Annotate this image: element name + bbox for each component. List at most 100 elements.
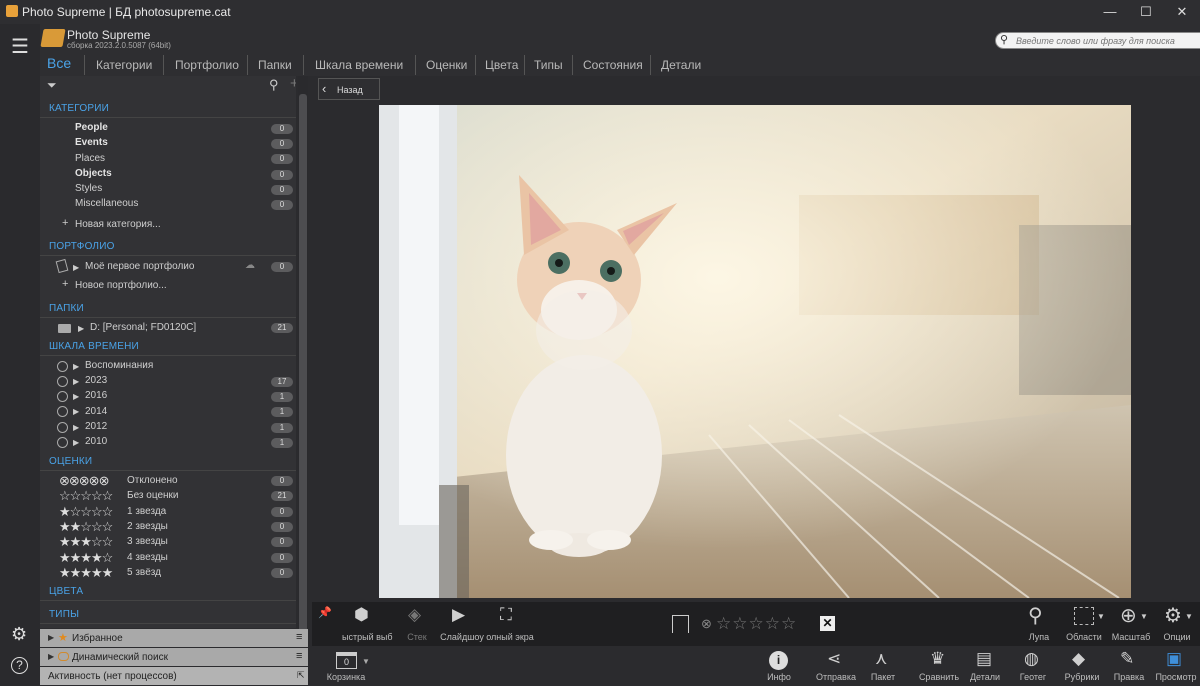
- new-portfolio-link[interactable]: Новое портфолио...: [75, 280, 167, 291]
- section-portfolio-title[interactable]: ПОРТФОЛИО: [49, 241, 115, 252]
- rating-item[interactable]: 2 звезды: [127, 521, 168, 532]
- rating-item[interactable]: Отклонено: [127, 475, 178, 486]
- share-icon[interactable]: ⋖: [827, 649, 841, 669]
- stack-label[interactable]: Стек: [402, 632, 432, 642]
- brush-icon[interactable]: ✎: [1120, 649, 1134, 669]
- tab-colors[interactable]: Цвета: [485, 58, 518, 76]
- batch-icon[interactable]: ⋏: [875, 649, 887, 669]
- batch-label[interactable]: Пакет: [868, 672, 898, 682]
- loupe-label[interactable]: Лупа: [1024, 632, 1054, 642]
- portfolio-item[interactable]: Моё первое портфолио: [85, 261, 194, 272]
- fullscreen-label[interactable]: олный экра: [486, 632, 534, 642]
- rating-item[interactable]: 5 звёзд: [127, 567, 161, 578]
- rating-item[interactable]: 3 звезды: [127, 536, 168, 547]
- pin-icon[interactable]: 📌: [318, 606, 332, 619]
- section-ratings-title[interactable]: ОЦЕНКИ: [49, 456, 92, 467]
- expand-arrow-icon[interactable]: ▶: [48, 633, 54, 642]
- tab-all[interactable]: Все: [47, 55, 71, 73]
- bookmark-icon[interactable]: [672, 615, 689, 633]
- expand-arrow-icon[interactable]: ▶: [48, 652, 54, 661]
- expand-arrow-icon[interactable]: ▶: [73, 362, 79, 371]
- export-icon[interactable]: ⇱: [297, 670, 305, 681]
- compare-label[interactable]: Сравнить: [918, 672, 960, 682]
- timeline-item[interactable]: 2012: [85, 421, 107, 432]
- scrollbar-thumb[interactable]: [299, 94, 307, 634]
- options-gear-icon[interactable]: ⚙: [1164, 603, 1182, 628]
- rubrics-label[interactable]: Рубрики: [1062, 672, 1102, 682]
- view-icon[interactable]: ▣: [1166, 649, 1182, 669]
- expand-arrow-icon[interactable]: ▶: [73, 407, 79, 416]
- category-item[interactable]: People: [75, 122, 108, 133]
- section-types-title[interactable]: ТИПЫ: [49, 609, 79, 620]
- category-item[interactable]: Events: [75, 137, 108, 148]
- fullscreen-icon[interactable]: ⛶: [500, 605, 512, 625]
- section-categories-title[interactable]: КАТЕГОРИИ: [49, 103, 109, 114]
- expand-arrow-icon[interactable]: ▶: [78, 324, 84, 333]
- favorites-panel[interactable]: ▶ ★ Избранное ≡: [40, 629, 308, 647]
- expand-arrow-icon[interactable]: ▶: [73, 438, 79, 447]
- timeline-item[interactable]: 2014: [85, 406, 107, 417]
- menu-icon[interactable]: ☰: [11, 34, 29, 59]
- expand-arrow-icon[interactable]: ▶: [73, 423, 79, 432]
- category-item[interactable]: Styles: [75, 183, 102, 194]
- folder-item[interactable]: D: [Personal; FD0120C]: [90, 322, 196, 333]
- panel-menu-icon[interactable]: ≡: [296, 650, 302, 662]
- tab-types[interactable]: Типы: [534, 58, 563, 76]
- quick-select-label[interactable]: ыстрый выб: [342, 632, 393, 642]
- back-button[interactable]: ‹ Назад: [318, 78, 380, 100]
- rating-item[interactable]: 4 звезды: [127, 552, 168, 563]
- expand-arrow-icon[interactable]: ▶: [73, 263, 79, 272]
- timeline-item[interactable]: 2023: [85, 375, 107, 386]
- reject-icon[interactable]: ⊗: [701, 616, 712, 632]
- tab-states[interactable]: Состояния: [583, 58, 643, 76]
- tab-portfolio[interactable]: Портфолио: [175, 58, 239, 76]
- category-item[interactable]: Miscellaneous: [75, 198, 138, 209]
- regions-icon[interactable]: [1074, 607, 1094, 625]
- tab-ratings[interactable]: Оценки: [426, 58, 467, 76]
- slideshow-label[interactable]: Слайдшоу: [440, 632, 484, 642]
- minimize-button[interactable]: —: [1092, 2, 1128, 22]
- maximize-button[interactable]: ☐: [1128, 2, 1164, 22]
- basket-label[interactable]: Корзинка: [324, 672, 368, 682]
- slideshow-icon[interactable]: ▶: [452, 605, 465, 625]
- dynamic-search-panel[interactable]: ▶ Динамический поиск ≡: [40, 648, 308, 666]
- basket-icon[interactable]: 0: [336, 652, 357, 669]
- chevron-down-icon[interactable]: ▼: [1185, 612, 1193, 621]
- section-colors-title[interactable]: ЦВЕТА: [49, 586, 83, 597]
- new-category-link[interactable]: Новая категория...: [75, 219, 161, 230]
- view-label[interactable]: Просмотр: [1154, 672, 1198, 682]
- tab-details[interactable]: Детали: [661, 58, 701, 76]
- section-folders-title[interactable]: ПАПКИ: [49, 303, 84, 314]
- category-item[interactable]: Places: [75, 153, 105, 164]
- activity-panel[interactable]: Активность (нет процессов) ⇱: [40, 667, 308, 685]
- add-icon[interactable]: +: [290, 76, 296, 92]
- timeline-item[interactable]: 2016: [85, 390, 107, 401]
- close-button[interactable]: ✕: [1164, 2, 1200, 22]
- compare-icon[interactable]: ♛: [930, 649, 945, 669]
- globe-icon[interactable]: ◍: [1024, 649, 1039, 669]
- tab-timeline[interactable]: Шкала времени: [315, 58, 403, 76]
- tab-categories[interactable]: Категории: [96, 58, 152, 76]
- details-icon[interactable]: ▤: [976, 649, 992, 669]
- chevron-down-icon[interactable]: ▼: [1097, 612, 1105, 621]
- rating-item[interactable]: Без оценки: [127, 490, 179, 501]
- geotag-label[interactable]: Геотег: [1016, 672, 1050, 682]
- edit-label[interactable]: Правка: [1113, 672, 1145, 682]
- zoom-icon[interactable]: ⊕: [1120, 603, 1137, 628]
- help-icon[interactable]: ?: [11, 657, 28, 674]
- details-label[interactable]: Детали: [968, 672, 1002, 682]
- category-item[interactable]: Objects: [75, 168, 112, 179]
- expand-arrow-icon[interactable]: ▶: [73, 392, 79, 401]
- search-panel-icon[interactable]: ⚲: [269, 77, 279, 93]
- rating-item[interactable]: 1 звезда: [127, 506, 166, 517]
- info-label[interactable]: Инфо: [764, 672, 794, 682]
- options-label[interactable]: Опции: [1160, 632, 1194, 642]
- regions-label[interactable]: Области: [1064, 632, 1104, 642]
- color-label-icon[interactable]: ✕: [820, 616, 835, 631]
- loupe-icon[interactable]: ⚲: [1028, 603, 1043, 628]
- zoom-label[interactable]: Масштаб: [1110, 632, 1152, 642]
- expand-arrow-icon[interactable]: ▶: [73, 377, 79, 386]
- timeline-item[interactable]: Воспоминания: [85, 360, 153, 371]
- filter-icon[interactable]: ⏷: [47, 78, 57, 93]
- tab-folders[interactable]: Папки: [258, 58, 292, 76]
